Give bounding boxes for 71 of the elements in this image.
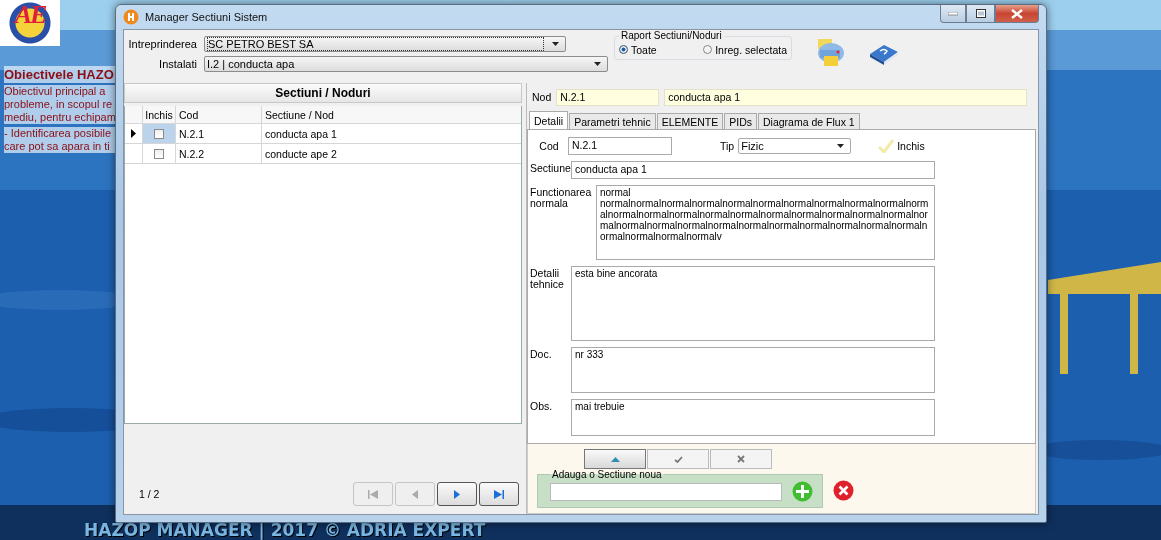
name-field[interactable]: conducta apa 1 — [664, 88, 1028, 106]
panel-header: Sectiuni / Noduri — [124, 83, 522, 103]
maximize-icon — [975, 9, 986, 18]
field-label: Obs. — [530, 399, 554, 412]
code-field[interactable]: N.2.1 — [556, 88, 660, 106]
book-icon[interactable] — [868, 42, 900, 66]
next-icon — [493, 489, 505, 499]
group-title: Adauga o Sectiune noua — [551, 470, 663, 479]
last-page-button[interactable] — [479, 482, 519, 506]
add-icon[interactable] — [792, 481, 813, 502]
dropdown[interactable]: I.2 | conducta apa — [204, 56, 608, 72]
caret-icon — [552, 42, 559, 46]
text-area[interactable]: normal normalnormalnormalnormalnormalnormalnormalnormalnormalnormalnormalnormalnormalnormalnormalnormalnormalnormalnormalnormalnormalnormalnormalnormalnormalnormalnormalnormalnormalnormalnormalnormalnormalnormalnormalnormalv — [596, 185, 935, 260]
field-label: Tip — [720, 140, 735, 152]
radio-button[interactable] — [703, 45, 713, 54]
table-cell-text: conducte ape 2 — [264, 146, 338, 162]
column-header[interactable]: Cod — [176, 106, 262, 123]
table-cell: N.2.2 — [176, 144, 262, 163]
next-icon — [451, 489, 463, 499]
text-field[interactable]: conducta apa 1 — [571, 161, 935, 179]
field-label: Sectiune — [530, 161, 571, 174]
field-label: Cod — [538, 140, 560, 152]
close-button[interactable] — [995, 5, 1039, 23]
cancel-icon — [737, 455, 745, 463]
field-label: Nod — [532, 91, 552, 103]
page-indicator: 1 / 2 — [139, 488, 160, 500]
window-title: Manager Sectiuni Sistem — [145, 11, 268, 23]
input-field[interactable] — [550, 482, 782, 501]
table-cell-text: conducta apa 1 — [264, 126, 338, 142]
text-area[interactable]: esta bine ancorata — [571, 266, 935, 341]
text-field[interactable]: N.2.1 — [568, 137, 672, 155]
check-icon[interactable] — [878, 139, 895, 153]
caret-icon — [594, 62, 601, 66]
text-area[interactable]: mai trebuie — [571, 399, 935, 436]
maximize-button[interactable] — [966, 5, 995, 23]
delete-icon[interactable] — [833, 479, 854, 501]
dropdown[interactable]: Fizic — [738, 138, 852, 154]
app-icon — [123, 9, 139, 25]
tab[interactable]: PIDs — [724, 113, 757, 129]
minimize-icon — [948, 11, 958, 16]
radio-label: Inreg. selectata — [715, 43, 787, 56]
column-header[interactable]: Sectiune / Nod — [262, 106, 521, 123]
next-page-button[interactable] — [437, 482, 477, 506]
checkbox[interactable] — [154, 148, 164, 159]
heading: Obiectivele HAZO — [4, 66, 115, 83]
radio-label: Toate — [631, 43, 657, 56]
field-label: Instalati — [158, 58, 198, 70]
dropdown[interactable]: SC PETRO BEST SA — [204, 36, 566, 52]
move-up-button[interactable] — [584, 449, 646, 469]
previous-icon — [409, 489, 421, 499]
group-title: Raport Sectiuni/Noduri — [620, 32, 723, 40]
table-cell: N.2.1 — [176, 124, 262, 143]
previous-icon — [367, 489, 379, 499]
check-icon — [673, 455, 683, 463]
checkbox-label: Inchis — [897, 140, 925, 152]
radio-button[interactable] — [619, 45, 628, 54]
tab[interactable]: Diagrama de Flux 1 — [758, 113, 860, 129]
tab[interactable]: Detalii — [529, 111, 569, 129]
tab[interactable]: ELEMENTE — [656, 113, 724, 129]
field-label: Intreprinderea — [127, 38, 198, 50]
text-area[interactable]: nr 333 — [571, 347, 935, 393]
tab[interactable]: Parametri tehnic — [569, 113, 656, 129]
caret-icon — [837, 144, 845, 148]
up-icon — [610, 456, 620, 462]
field-label: Doc. — [530, 347, 553, 360]
field-label: Functionarea normala — [530, 185, 593, 209]
column-header[interactable]: Inchis — [143, 106, 176, 123]
close-icon — [1011, 8, 1023, 19]
row-pointer-icon — [131, 129, 136, 138]
field-label: Detalii tehnice — [530, 266, 565, 290]
checkbox[interactable] — [154, 128, 164, 139]
